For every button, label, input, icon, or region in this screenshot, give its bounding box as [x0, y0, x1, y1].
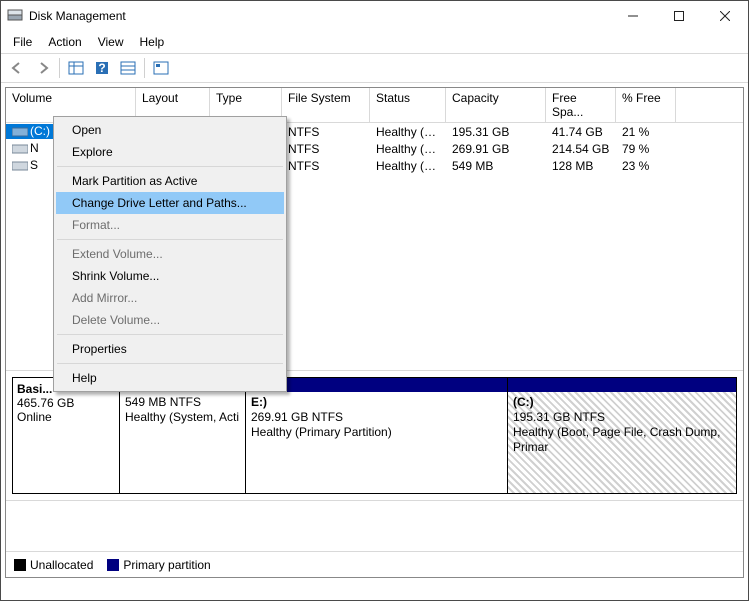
cell-pct: 23 %	[616, 159, 676, 173]
block-body: 549 MB NTFS Healthy (System, Acti	[120, 392, 245, 493]
legend-unallocated: Unallocated	[14, 558, 93, 572]
cell-status: Healthy (B...	[370, 125, 446, 139]
col-pct[interactable]: % Free	[616, 88, 676, 122]
menu-view[interactable]: View	[90, 33, 132, 51]
menu-action[interactable]: Action	[40, 33, 89, 51]
maximize-button[interactable]	[656, 1, 702, 31]
menu-extend[interactable]: Extend Volume...	[56, 243, 284, 265]
menu-mark-active[interactable]: Mark Partition as Active	[56, 170, 284, 192]
cell-fs: NTFS	[282, 159, 370, 173]
col-free[interactable]: Free Spa...	[546, 88, 616, 122]
menu-help[interactable]: Help	[132, 33, 173, 51]
block-line2: 195.31 GB NTFS	[513, 410, 731, 425]
forward-button[interactable]	[31, 57, 55, 79]
cell-fs: NTFS	[282, 125, 370, 139]
menu-separator	[57, 363, 283, 364]
drive-icon	[12, 125, 28, 139]
block-body: E:) 269.91 GB NTFS Healthy (Primary Part…	[246, 392, 507, 493]
block-line3: Healthy (Boot, Page File, Crash Dump, Pr…	[513, 425, 731, 455]
disk-management-window: Disk Management File Action View Help ? …	[0, 0, 749, 601]
context-menu: Open Explore Mark Partition as Active Ch…	[53, 116, 287, 392]
close-button[interactable]	[702, 1, 748, 31]
help-icon[interactable]: ?	[90, 57, 114, 79]
toolbar-diagram-icon[interactable]	[149, 57, 173, 79]
menu-shrink[interactable]: Shrink Volume...	[56, 265, 284, 287]
swatch-black	[14, 559, 26, 571]
menu-explore[interactable]: Explore	[56, 141, 284, 163]
legend-primary: Primary partition	[107, 558, 210, 572]
block-line2: 269.91 GB NTFS	[251, 410, 502, 425]
col-capacity[interactable]: Capacity	[446, 88, 546, 122]
menu-help[interactable]: Help	[56, 367, 284, 389]
disk-state: Online	[17, 410, 115, 424]
menubar: File Action View Help	[1, 31, 748, 53]
block-line3: Healthy (Primary Partition)	[251, 425, 502, 440]
menu-properties[interactable]: Properties	[56, 338, 284, 360]
titlebar: Disk Management	[1, 1, 748, 31]
block-line2: 549 MB NTFS	[125, 395, 240, 410]
menu-separator	[57, 166, 283, 167]
volume-name: N	[30, 141, 39, 155]
cell-pct: 21 %	[616, 125, 676, 139]
toolbar-separator	[144, 58, 145, 78]
back-button[interactable]	[5, 57, 29, 79]
partition-block-selected[interactable]: (C:) 195.31 GB NTFS Healthy (Boot, Page …	[508, 377, 737, 494]
toolbar-separator	[59, 58, 60, 78]
menu-format[interactable]: Format...	[56, 214, 284, 236]
block-label: (C:)	[513, 395, 731, 410]
partition-block[interactable]: 549 MB NTFS Healthy (System, Acti	[120, 377, 246, 494]
drive-icon	[12, 142, 28, 156]
cell-free: 128 MB	[546, 159, 616, 173]
menu-separator	[57, 239, 283, 240]
col-spacer	[676, 88, 743, 122]
block-body: (C:) 195.31 GB NTFS Healthy (Boot, Page …	[508, 392, 736, 493]
cell-free: 41.74 GB	[546, 125, 616, 139]
minimize-button[interactable]	[610, 1, 656, 31]
toolbar-table-icon[interactable]	[64, 57, 88, 79]
statusbar	[1, 582, 748, 600]
legend: Unallocated Primary partition	[6, 551, 743, 577]
col-status[interactable]: Status	[370, 88, 446, 122]
cell-cap: 549 MB	[446, 159, 546, 173]
menu-open[interactable]: Open	[56, 119, 284, 141]
cell-cap: 269.91 GB	[446, 142, 546, 156]
menu-add-mirror[interactable]: Add Mirror...	[56, 287, 284, 309]
partition-block[interactable]: E:) 269.91 GB NTFS Healthy (Primary Part…	[246, 377, 508, 494]
cell-free: 214.54 GB	[546, 142, 616, 156]
cell-cap: 195.31 GB	[446, 125, 546, 139]
window-title: Disk Management	[29, 9, 610, 23]
drive-icon	[12, 159, 28, 173]
swatch-navy	[107, 559, 119, 571]
svg-text:?: ?	[98, 61, 105, 75]
app-icon	[7, 8, 23, 24]
menu-delete[interactable]: Delete Volume...	[56, 309, 284, 331]
toolbar: ?	[1, 53, 748, 83]
disk-info[interactable]: Basi... 465.76 GB Online	[12, 377, 120, 494]
cell-status: Healthy (P...	[370, 142, 446, 156]
menu-separator	[57, 334, 283, 335]
menu-change-letter[interactable]: Change Drive Letter and Paths...	[56, 192, 284, 214]
cell-fs: NTFS	[282, 142, 370, 156]
volume-name: S	[30, 158, 38, 172]
col-filesystem[interactable]: File System	[282, 88, 370, 122]
cell-status: Healthy (S...	[370, 159, 446, 173]
disk-blocks: 549 MB NTFS Healthy (System, Acti E:) 26…	[120, 377, 737, 494]
volume-name: (C:)	[30, 124, 50, 138]
cell-pct: 79 %	[616, 142, 676, 156]
disk-size: 465.76 GB	[17, 396, 115, 410]
block-label: E:)	[251, 395, 502, 410]
toolbar-list-icon[interactable]	[116, 57, 140, 79]
block-header	[508, 378, 736, 392]
menu-file[interactable]: File	[5, 33, 40, 51]
block-line3: Healthy (System, Acti	[125, 410, 240, 425]
